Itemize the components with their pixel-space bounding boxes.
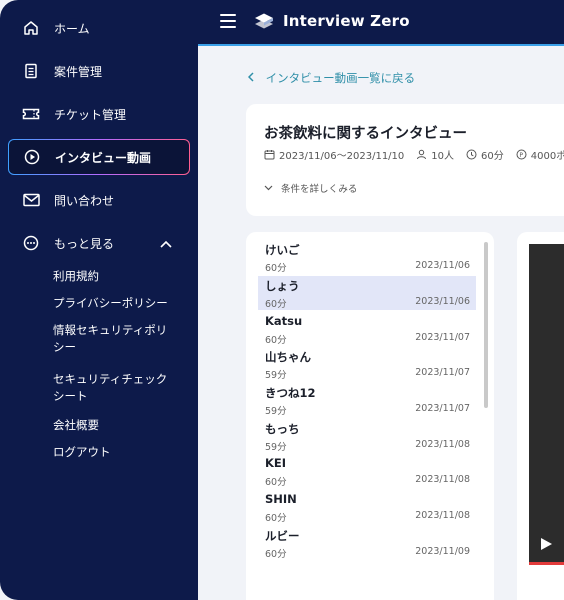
respondent-date: 2023/11/08 xyxy=(415,510,470,521)
respondent-date: 2023/11/08 xyxy=(415,439,470,450)
nav-item-home[interactable]: ホーム xyxy=(8,10,190,46)
nav-label: インタビュー動画 xyxy=(55,150,152,165)
list-item[interactable]: 山ちゃん 59分 2023/11/07 xyxy=(258,347,476,381)
people-meta: 10人 xyxy=(416,147,454,162)
respondent-duration: 60分 xyxy=(265,549,287,560)
app-window: ホーム 案件管理 チケット管理 インタビュー動画 問い合わせ もっと見る 利用規… xyxy=(0,0,564,600)
list-item[interactable]: KEI 60分 2023/11/08 xyxy=(258,454,476,488)
respondent-date: 2023/11/06 xyxy=(415,296,470,307)
list-item[interactable]: けいご 60分 2023/11/06 xyxy=(258,240,476,274)
list-item[interactable]: SHIN 60分 2023/11/08 xyxy=(258,490,476,524)
nav-item-projects[interactable]: 案件管理 xyxy=(8,53,190,89)
points-meta: P 4000ポイ xyxy=(516,147,564,162)
interview-info-card: お茶飲料に関するインタビュー 2023/11/06〜2023/11/10 10人… xyxy=(246,104,564,216)
interview-title: お茶飲料に関するインタビュー xyxy=(264,126,467,142)
interview-meta: 2023/11/06〜2023/11/10 10人 60分 P 4000ポイ xyxy=(264,147,564,162)
points-text: 4000ポイ xyxy=(530,151,564,162)
video-player[interactable] xyxy=(529,244,564,562)
person-icon xyxy=(417,149,427,160)
list-item[interactable]: Katsu 60分 2023/11/07 xyxy=(258,312,476,346)
respondent-duration: 59分 xyxy=(265,406,287,417)
svg-text:P: P xyxy=(519,152,523,159)
respondent-date: 2023/11/07 xyxy=(415,403,470,414)
respondent-list: けいご 60分 2023/11/06 しょう 60分 2023/11/06 Ka… xyxy=(246,232,494,600)
respondent-name: SHIN xyxy=(265,492,297,506)
video-card xyxy=(517,232,564,600)
people-text: 10人 xyxy=(431,151,455,162)
respondent-duration: 60分 xyxy=(265,299,287,310)
nav-item-tickets[interactable]: チケット管理 xyxy=(8,96,190,132)
play-icon[interactable] xyxy=(539,536,553,550)
hamburger-menu-icon[interactable] xyxy=(220,14,236,28)
document-icon xyxy=(22,62,40,80)
nav-label: ホーム xyxy=(54,21,90,36)
list-item-selected[interactable]: しょう 60分 2023/11/06 xyxy=(258,276,476,310)
duration-meta: 60分 xyxy=(466,147,504,162)
respondent-date: 2023/11/07 xyxy=(415,367,470,378)
period-text: 2023/11/06〜2023/11/10 xyxy=(279,151,405,162)
back-link-label: インタビュー動画一覧に戻る xyxy=(265,71,416,85)
respondent-name: ルビー xyxy=(265,529,300,543)
respondent-duration: 60分 xyxy=(265,335,287,346)
respondent-name: 山ちゃん xyxy=(265,350,311,364)
chevron-left-icon xyxy=(247,71,258,85)
respondent-duration: 59分 xyxy=(265,442,287,453)
video-progress-bar[interactable] xyxy=(529,562,564,565)
brand-name: Interview Zero xyxy=(283,12,410,30)
respondent-name: しょう xyxy=(265,279,300,293)
more-icon xyxy=(22,234,40,252)
sidebar: ホーム 案件管理 チケット管理 インタビュー動画 問い合わせ もっと見る 利用規… xyxy=(0,0,198,600)
list-item[interactable]: ルビー 60分 2023/11/09 xyxy=(258,526,476,560)
submenu-terms[interactable]: 利用規約 xyxy=(53,268,183,285)
period-meta: 2023/11/06〜2023/11/10 xyxy=(264,147,404,162)
respondent-name: きつね12 xyxy=(265,386,316,400)
list-scrollbar[interactable] xyxy=(484,242,488,408)
submenu-privacy-policy[interactable]: プライバシーポリシー xyxy=(53,295,183,312)
nav-label: もっと見る xyxy=(54,236,115,251)
list-item[interactable]: きつね12 59分 2023/11/07 xyxy=(258,383,476,417)
details-toggle-label: 条件を詳しくみる xyxy=(281,184,358,195)
nav-label: 問い合わせ xyxy=(54,193,115,208)
home-icon xyxy=(22,19,40,37)
submenu-company[interactable]: 会社概要 xyxy=(53,417,183,434)
back-to-list-link[interactable]: インタビュー動画一覧に戻る xyxy=(247,70,416,86)
submenu-logout[interactable]: ログアウト xyxy=(53,444,183,461)
respondent-date: 2023/11/06 xyxy=(415,260,470,271)
logo-icon xyxy=(252,12,276,32)
respondent-name: KEI xyxy=(265,456,287,470)
respondent-date: 2023/11/08 xyxy=(415,474,470,485)
points-icon: P xyxy=(516,149,527,160)
chevron-down-icon xyxy=(264,185,273,191)
mail-icon xyxy=(22,191,40,209)
clock-icon xyxy=(466,149,477,160)
respondent-duration: 59分 xyxy=(265,370,287,381)
nav-label: チケット管理 xyxy=(54,107,127,122)
nav-item-contact[interactable]: 問い合わせ xyxy=(8,182,190,218)
respondent-name: Katsu xyxy=(265,314,303,328)
respondent-name: けいご xyxy=(265,243,300,257)
play-circle-icon xyxy=(23,148,41,166)
respondent-duration: 60分 xyxy=(265,477,287,488)
ticket-icon xyxy=(22,105,40,123)
respondent-date: 2023/11/07 xyxy=(415,332,470,343)
respondent-duration: 60分 xyxy=(265,513,287,524)
top-bar: Interview Zero xyxy=(198,0,564,46)
nav-label: 案件管理 xyxy=(54,64,103,79)
calendar-icon xyxy=(264,150,275,160)
respondent-date: 2023/11/09 xyxy=(415,546,470,557)
nav-item-more[interactable]: もっと見る xyxy=(8,225,190,261)
respondent-duration: 60分 xyxy=(265,263,287,274)
details-toggle[interactable]: 条件を詳しくみる xyxy=(264,181,357,195)
submenu-security-policy[interactable]: 情報セキュリティポリシー xyxy=(53,322,178,356)
submenu-security-checksheet[interactable]: セキュリティチェックシート xyxy=(53,371,178,405)
chevron-up-icon[interactable] xyxy=(160,237,172,251)
duration-text: 60分 xyxy=(481,151,504,162)
list-item[interactable]: もっち 59分 2023/11/08 xyxy=(258,419,476,453)
nav-item-interview-videos[interactable]: インタビュー動画 xyxy=(8,139,190,175)
respondent-name: もっち xyxy=(265,422,300,436)
